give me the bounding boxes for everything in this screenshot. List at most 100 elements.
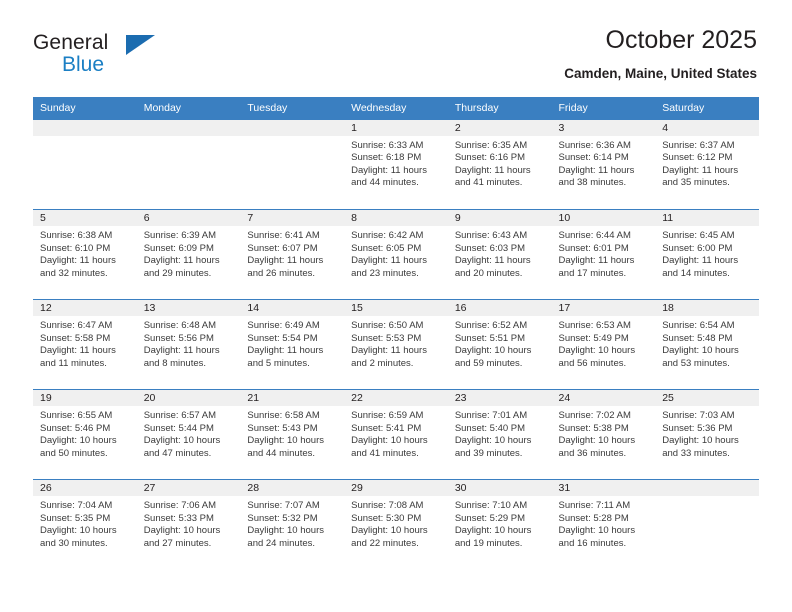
day-number: 31 (551, 480, 656, 496)
general-blue-logo[interactable]: General Blue (33, 26, 163, 82)
sunset-time: Sunset: 5:44 PM (143, 422, 214, 434)
sunset-time: Sunset: 5:29 PM (454, 512, 526, 524)
sunrise-time: Sunrise: 6:43 AM (454, 230, 528, 241)
day-number: 28 (240, 480, 345, 496)
calendar-day-cell[interactable]: 4 Sunrise: 6:37 AM Sunset: 6:12 PM Daylight… (655, 119, 759, 210)
calendar-day-cell[interactable]: 21 Sunrise: 6:58 AM Sunset: 5:43 PM Dayligh… (240, 389, 345, 480)
logo-text-blue: Blue (62, 53, 105, 76)
calendar-day-cell[interactable]: 6 Sunrise: 6:39 AM Sunset: 6:09 PM Daylight… (136, 209, 241, 300)
calendar-day-cell-empty (655, 479, 759, 570)
sunrise-time: Sunrise: 7:07 AM (247, 500, 320, 511)
day-details (240, 136, 344, 140)
day-number (33, 119, 137, 136)
calendar-day-cell[interactable]: 23 Sunrise: 7:01 AM Sunset: 5:40 PM Dayligh… (447, 389, 552, 480)
daylight-duration-line2: and 29 minutes. (143, 267, 212, 279)
calendar-day-cell[interactable]: 22 Sunrise: 6:59 AM Sunset: 5:41 PM Dayligh… (344, 389, 448, 480)
calendar-day-cell[interactable]: 12 Sunrise: 6:47 AM Sunset: 5:58 PM Dayligh… (33, 299, 137, 390)
calendar-week-row: 1 Sunrise: 6:33 AM Sunset: 6:18 PM Daylight… (33, 119, 759, 210)
daylight-duration-line2: and 2 minutes. (351, 357, 414, 369)
sunrise-time: Sunrise: 6:54 AM (662, 320, 735, 331)
day-number: 7 (240, 210, 345, 226)
sunset-time: Sunset: 5:33 PM (143, 512, 214, 524)
page-subtitle: Camden, Maine, United States (564, 65, 757, 81)
calendar-day-cell[interactable]: 19 Sunrise: 6:55 AM Sunset: 5:46 PM Dayligh… (33, 389, 137, 480)
sunrise-time: Sunrise: 6:38 AM (40, 230, 113, 241)
calendar-day-cell[interactable]: 7 Sunrise: 6:41 AM Sunset: 6:07 PM Daylight… (240, 209, 345, 300)
daylight-duration-line1: Daylight: 10 hours (454, 345, 532, 357)
calendar-day-cell[interactable]: 25 Sunrise: 7:03 AM Sunset: 5:36 PM Dayligh… (655, 389, 759, 480)
daylight-duration-line2: and 22 minutes. (351, 537, 419, 549)
daylight-duration-line2: and 41 minutes. (351, 447, 419, 459)
day-details: Sunrise: 6:48 AM Sunset: 5:56 PM Daylight:… (137, 316, 241, 370)
sunrise-time: Sunrise: 6:50 AM (351, 320, 424, 331)
daylight-duration-line1: Daylight: 10 hours (40, 525, 117, 537)
weekday-header-thursday: Thursday (447, 97, 552, 120)
day-number: 9 (447, 210, 552, 226)
calendar-day-cell[interactable]: 8 Sunrise: 6:42 AM Sunset: 6:05 PM Daylight… (344, 209, 448, 300)
sunrise-time: Sunrise: 6:39 AM (143, 230, 217, 241)
calendar-day-cell[interactable]: 5 Sunrise: 6:38 AM Sunset: 6:10 PM Daylight… (33, 209, 137, 300)
day-details: Sunrise: 6:44 AM Sunset: 6:01 PM Daylight:… (552, 226, 656, 280)
calendar-day-cell[interactable]: 26 Sunrise: 7:04 AM Sunset: 5:35 PM Dayligh… (33, 479, 137, 570)
day-details: Sunrise: 6:57 AM Sunset: 5:44 PM Daylight:… (137, 406, 241, 460)
calendar-day-cell[interactable]: 1 Sunrise: 6:33 AM Sunset: 6:18 PM Daylight… (344, 119, 448, 210)
calendar-day-cell[interactable]: 30 Sunrise: 7:10 AM Sunset: 5:29 PM Dayligh… (447, 479, 552, 570)
sunrise-time: Sunrise: 6:37 AM (662, 139, 735, 151)
daylight-duration-line1: Daylight: 11 hours (143, 345, 220, 357)
daylight-duration-line2: and 5 minutes. (247, 357, 310, 369)
sunset-time: Sunset: 5:35 PM (40, 512, 111, 524)
calendar-day-cell[interactable]: 20 Sunrise: 6:57 AM Sunset: 5:44 PM Dayligh… (136, 389, 241, 480)
day-details: Sunrise: 6:38 AM Sunset: 6:10 PM Daylight:… (33, 226, 137, 280)
day-details: Sunrise: 6:49 AM Sunset: 5:54 PM Daylight:… (240, 316, 344, 370)
daylight-duration-line2: and 11 minutes. (40, 357, 107, 369)
sunrise-time: Sunrise: 7:01 AM (454, 410, 528, 421)
day-details: Sunrise: 6:35 AM Sunset: 6:16 PM Daylight:… (448, 136, 552, 190)
calendar-day-cell[interactable]: 2 Sunrise: 6:35 AM Sunset: 6:16 PM Daylight… (447, 119, 552, 210)
day-number: 20 (136, 390, 241, 406)
daylight-duration-line2: and 16 minutes. (558, 537, 627, 549)
calendar-day-cell[interactable]: 28 Sunrise: 7:07 AM Sunset: 5:32 PM Dayligh… (240, 479, 345, 570)
sunset-time: Sunset: 6:01 PM (558, 242, 629, 254)
sunrise-time: Sunrise: 7:06 AM (143, 500, 217, 511)
calendar-day-cell[interactable]: 14 Sunrise: 6:49 AM Sunset: 5:54 PM Dayligh… (240, 299, 345, 390)
day-number (655, 480, 759, 496)
calendar-day-cell[interactable]: 3 Sunrise: 6:36 AM Sunset: 6:14 PM Daylight… (551, 119, 656, 210)
daylight-duration-line1: Daylight: 11 hours (351, 345, 427, 357)
calendar-day-cell[interactable]: 11 Sunrise: 6:45 AM Sunset: 6:00 PM Dayligh… (655, 209, 759, 300)
calendar-day-cell[interactable]: 31 Sunrise: 7:11 AM Sunset: 5:28 PM Dayligh… (551, 479, 656, 570)
calendar-day-cell[interactable]: 10 Sunrise: 6:44 AM Sunset: 6:01 PM Dayligh… (551, 209, 656, 300)
sunrise-time: Sunrise: 7:03 AM (662, 410, 735, 421)
day-details: Sunrise: 6:53 AM Sunset: 5:49 PM Daylight:… (552, 316, 656, 370)
sunrise-time: Sunrise: 6:44 AM (558, 230, 631, 241)
day-number: 11 (655, 210, 759, 226)
daylight-duration-line1: Daylight: 10 hours (558, 435, 636, 447)
calendar-day-cell[interactable]: 17 Sunrise: 6:53 AM Sunset: 5:49 PM Dayligh… (551, 299, 656, 390)
calendar-day-cell[interactable]: 16 Sunrise: 6:52 AM Sunset: 5:51 PM Dayligh… (447, 299, 552, 390)
day-details: Sunrise: 6:52 AM Sunset: 5:51 PM Daylight:… (448, 316, 552, 370)
calendar-day-cell[interactable]: 18 Sunrise: 6:54 AM Sunset: 5:48 PM Dayligh… (655, 299, 759, 390)
daylight-duration-line2: and 20 minutes. (454, 267, 523, 279)
day-details: Sunrise: 6:54 AM Sunset: 5:48 PM Daylight:… (655, 316, 759, 370)
sunset-time: Sunset: 5:38 PM (558, 422, 629, 434)
sunrise-time: Sunrise: 7:11 AM (558, 500, 631, 511)
calendar-day-cell[interactable]: 13 Sunrise: 6:48 AM Sunset: 5:56 PM Dayligh… (136, 299, 241, 390)
calendar-day-cell[interactable]: 29 Sunrise: 7:08 AM Sunset: 5:30 PM Dayligh… (344, 479, 448, 570)
weekday-header-sunday: Sunday (33, 97, 137, 120)
sunrise-time: Sunrise: 6:57 AM (143, 410, 217, 421)
day-number: 1 (344, 119, 448, 136)
calendar-day-cell[interactable]: 9 Sunrise: 6:43 AM Sunset: 6:03 PM Daylight… (447, 209, 552, 300)
calendar-day-cell[interactable]: 15 Sunrise: 6:50 AM Sunset: 5:53 PM Dayligh… (344, 299, 448, 390)
sunset-time: Sunset: 5:32 PM (247, 512, 318, 524)
daylight-duration-line1: Daylight: 10 hours (247, 435, 324, 447)
day-number: 13 (136, 300, 241, 316)
sunrise-time: Sunrise: 6:58 AM (247, 410, 320, 421)
day-details: Sunrise: 6:39 AM Sunset: 6:09 PM Daylight:… (137, 226, 241, 280)
weekday-header-saturday: Saturday (655, 97, 759, 120)
sunset-time: Sunset: 5:53 PM (351, 332, 422, 344)
day-number: 14 (240, 300, 345, 316)
calendar-day-cell[interactable]: 24 Sunrise: 7:02 AM Sunset: 5:38 PM Dayligh… (551, 389, 656, 480)
sunset-time: Sunset: 6:05 PM (351, 242, 422, 254)
calendar-day-cell[interactable]: 27 Sunrise: 7:06 AM Sunset: 5:33 PM Dayligh… (136, 479, 241, 570)
day-details: Sunrise: 7:06 AM Sunset: 5:33 PM Daylight:… (137, 496, 241, 550)
sunset-time: Sunset: 6:16 PM (454, 152, 526, 164)
